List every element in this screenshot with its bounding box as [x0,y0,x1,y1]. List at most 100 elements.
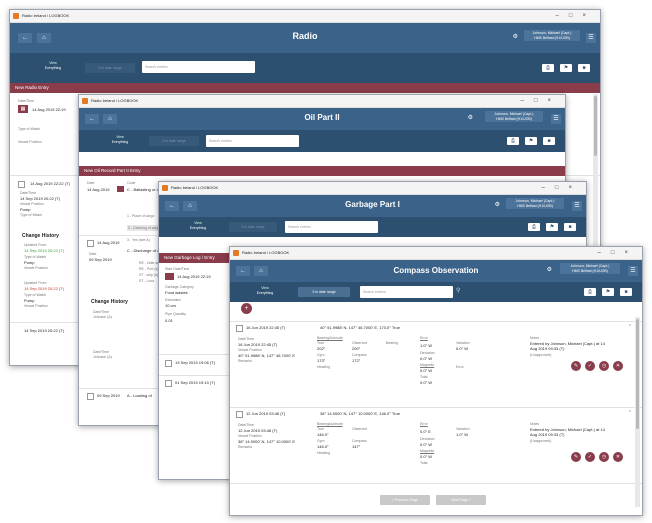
window-controls[interactable]: –□× [598,247,638,259]
compass-scrollbar[interactable] [635,317,640,507]
qty-value[interactable]: 10 cm [165,303,176,308]
save-icon[interactable]: ■ [620,288,632,296]
observed-label: Observed [352,341,368,345]
search-input[interactable]: Search entries [206,135,299,147]
save-icon[interactable]: ■ [578,64,590,72]
gear-icon[interactable]: ⚙ [468,114,473,121]
detail-date-label: Date [89,252,97,256]
gyro-value: 173° [317,358,326,363]
print-icon[interactable]: ⎙ [507,137,519,145]
search-input[interactable]: Search entries [360,286,453,298]
gyro-label: Gyro [317,353,325,357]
approve-icon[interactable]: ✓ [585,361,595,371]
edit-icon[interactable]: ✎ [571,361,581,371]
user-badge[interactable]: Johnson, Michael (Capt.) HMS Belfast (H1… [506,198,564,209]
menu-button[interactable]: ☰ [628,266,638,276]
compass-titlebar: Radio Ireland / LOGBOOK –□× [230,247,642,260]
collapse-chevron-icon[interactable]: ⌃ [628,324,632,330]
gear-icon[interactable]: ⚙ [547,266,552,273]
filter-button[interactable]: 3 in date range [229,222,277,232]
window-controls[interactable]: –□× [521,95,561,107]
bookmark-icon[interactable]: ⚑ [546,223,558,231]
divider [230,321,642,322]
observed-value: 200° [352,346,361,351]
calendar-icon[interactable]: ▦ [18,105,28,113]
bottom-text: A - Loading of [127,393,152,398]
user-badge[interactable]: Johnson, Michael (Capt.) HMS Belfast (H1… [485,111,543,122]
user-badge[interactable]: Johnson, Michael (Capt.) HMS Belfast (H1… [524,30,580,41]
entry-checkbox[interactable] [236,325,243,332]
view-selector[interactable]: View Everything [105,135,135,145]
qty2-label: Pipe Quantity [165,312,187,316]
view-selector[interactable]: View Everything [250,286,280,296]
user-badge[interactable]: Johnson, Michael (Capt.) HMS Belfast (H1… [560,263,620,274]
magnetic-value: 0.0° W [420,454,433,459]
notes-label: Notes [530,422,540,426]
list-item-3[interactable]: 3 - Yes (see A) [127,238,150,242]
category-value[interactable]: Food wastes [165,290,188,295]
menu-button[interactable]: ☰ [551,114,561,124]
history-icon[interactable]: ◷ [599,361,609,371]
save-icon[interactable]: ■ [543,137,555,145]
detail-item-3: ST - ship (s) [139,273,158,277]
search-input[interactable]: Search entries [142,61,255,73]
approve-icon[interactable]: ✓ [585,452,595,462]
view-value: Everything [189,226,207,230]
delete-icon[interactable]: ✕ [613,361,623,371]
date-value[interactable]: 14 Aug 2019 22:19 [32,107,66,112]
bookmark-icon[interactable]: ⚑ [602,288,614,296]
entry-header-pos: 40° 51.9988' N, 147° 46.7000' E, 173.0° … [320,325,400,330]
start-value[interactable]: 14 Aug 2019 22:19 [177,274,211,279]
ch-label-2: Type of Watch [24,255,47,259]
entry-header-date: 16 Jun 2019 22:45 (T) [246,325,286,330]
entry-checkbox[interactable] [236,411,243,418]
ch-value-1: 14 Sep 2019 20:22 (T) [24,248,65,253]
previous-page-button[interactable]: < Previous Page [380,495,430,505]
row-checkbox[interactable] [165,380,172,387]
qty2-value[interactable]: 0.01 [165,318,173,323]
filter-button[interactable]: 3 in date range [298,287,350,297]
window-controls[interactable]: –□× [556,10,596,22]
bookmark-icon[interactable]: ⚑ [525,137,537,145]
view-selector[interactable]: View Everything [183,221,213,231]
edit-icon[interactable]: ✎ [571,452,581,462]
print-icon[interactable]: ⎙ [528,223,540,231]
window-controls[interactable]: –□× [542,182,582,194]
garbage-toolbar: View Everything 3 in date range Search e… [159,217,586,237]
row-checkbox[interactable] [87,393,94,400]
calendar-icon[interactable] [165,273,174,280]
print-icon[interactable]: ⎙ [584,288,596,296]
user-vessel: HMS Belfast (H1/UOB) [496,116,532,121]
delete-icon[interactable]: ✕ [613,452,623,462]
calendar-icon[interactable] [117,186,124,192]
error-value: 0.0° E [420,429,431,434]
ch-label-1: Updated From [24,243,47,247]
row-checkbox[interactable] [87,240,94,247]
search-icon[interactable]: ⚲ [456,287,460,294]
menu-button[interactable]: ☰ [572,201,582,211]
gear-icon[interactable]: ⚙ [495,201,500,208]
bookmark-icon[interactable]: ⚑ [560,64,572,72]
entry-header-date: 12 Jun 2019 03:46 (T) [246,411,286,416]
next-page-button[interactable]: Next Page > [436,495,486,505]
new-entry-bar: New Oil Record Part II Entry [79,166,565,176]
row-checkbox[interactable] [165,360,172,367]
list-item-1[interactable]: 1 - Place of cargo [127,214,154,218]
side-date-label: Date/Time [20,191,37,195]
filter-button[interactable]: 3 in date range [85,63,135,73]
collapse-chevron-icon[interactable]: ⌃ [628,410,632,416]
search-input[interactable]: Search entries [285,221,378,233]
entry-header-pos: 38° 14.0000' N, 147° 10.0000' E, 146.0° … [320,411,400,416]
deviation-label: Deviation [420,437,435,441]
filter-button[interactable]: 3 in date range [149,136,199,146]
row-checkbox[interactable] [18,181,25,188]
date-value[interactable]: 14 Aug 2019 [87,187,109,192]
print-icon[interactable]: ⎙ [542,64,554,72]
add-entry-button[interactable]: + [241,303,252,314]
view-selector[interactable]: View Everything [38,61,68,71]
bearing-label: Bearing/Azimuth [317,336,343,340]
gear-icon[interactable]: ⚙ [513,33,518,40]
history-icon[interactable]: ◷ [599,452,609,462]
save-icon[interactable]: ■ [564,223,576,231]
menu-button[interactable]: ☰ [586,33,596,43]
